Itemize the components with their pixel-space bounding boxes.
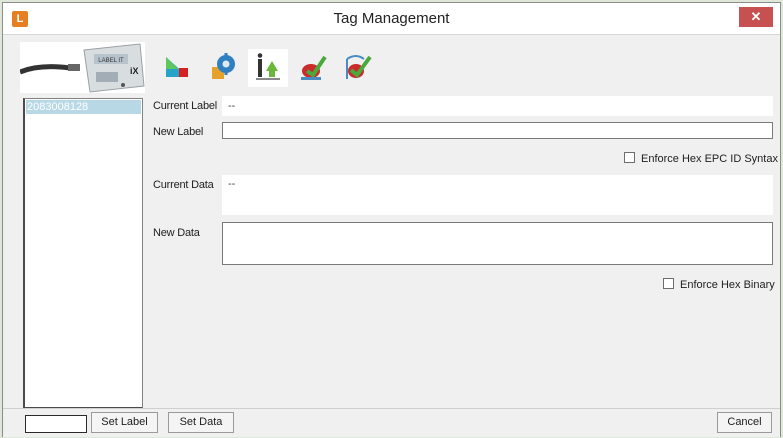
new-label-input[interactable] — [222, 122, 773, 139]
device-suffix-text: iX — [130, 66, 139, 76]
tag-list[interactable]: 2083008128 — [23, 98, 143, 409]
new-label-label: New Label — [153, 126, 204, 138]
close-button[interactable]: ✕ — [739, 7, 773, 27]
flag-icon — [166, 57, 188, 77]
toolbar — [158, 43, 383, 93]
footer-input[interactable] — [25, 415, 87, 433]
settings-gear-icon — [212, 53, 235, 79]
enforce-hex-epc-checkbox[interactable]: Enforce Hex EPC ID Syntax — [624, 152, 778, 165]
current-label-label: Current Label — [153, 100, 218, 112]
enforce-hex-binary-checkbox[interactable]: Enforce Hex Binary — [663, 278, 775, 291]
enforce-hex-epc-label: Enforce Hex EPC ID Syntax — [641, 153, 778, 165]
current-data-label: Current Data — [153, 179, 214, 191]
cancel-button[interactable]: Cancel — [717, 412, 772, 433]
tag-management-window: L Tag Management ✕ LABEL IT iX 208300812… — [2, 2, 781, 437]
device-brand-text: LABEL IT — [98, 58, 124, 64]
flag-button[interactable] — [158, 49, 198, 87]
title-bar: L Tag Management ✕ — [3, 3, 780, 35]
write-tag-icon — [301, 55, 327, 80]
set-label-button[interactable]: Set Label — [91, 412, 158, 433]
checkbox-box[interactable] — [663, 278, 674, 289]
settings-button[interactable] — [203, 49, 243, 87]
write-tag-button[interactable] — [293, 49, 333, 87]
new-data-label: New Data — [153, 227, 200, 239]
upload-info-icon — [256, 53, 280, 80]
checkbox-box[interactable] — [624, 152, 635, 163]
write-data-icon — [346, 55, 372, 79]
upload-info-button[interactable] — [248, 49, 288, 87]
write-data-button[interactable] — [338, 49, 378, 87]
current-data-value: -- — [222, 175, 773, 215]
window-title: Tag Management — [333, 10, 450, 27]
footer-bar: Set Label Set Data Cancel — [3, 408, 780, 437]
new-data-input[interactable] — [222, 222, 773, 265]
enforce-hex-binary-label: Enforce Hex Binary — [680, 279, 775, 291]
tag-list-item[interactable]: 2083008128 — [26, 100, 141, 114]
current-label-value: -- — [222, 96, 773, 116]
set-data-button[interactable]: Set Data — [168, 412, 234, 433]
device-thumbnail: LABEL IT iX — [20, 42, 145, 93]
